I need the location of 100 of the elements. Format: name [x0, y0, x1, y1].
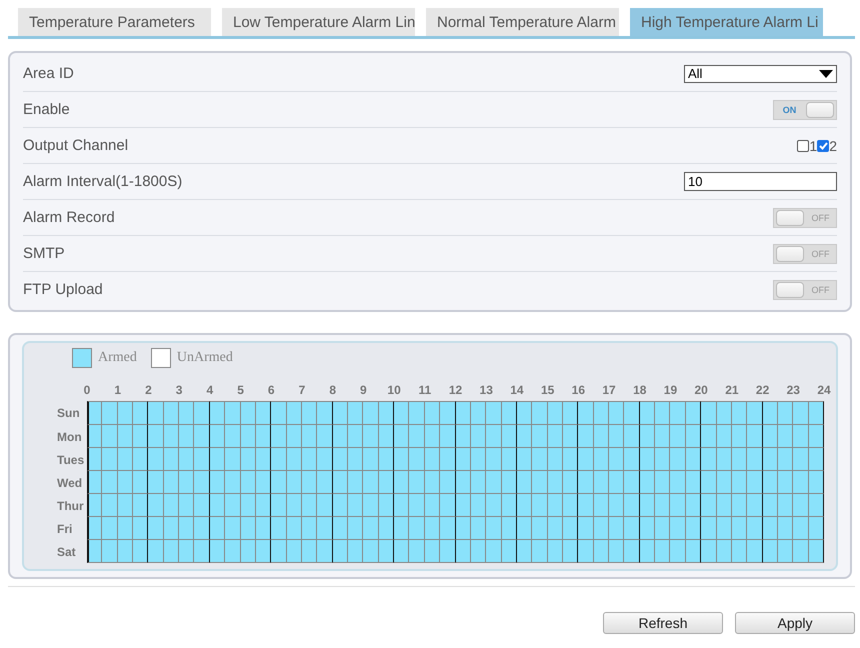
schedule-cell[interactable] — [778, 517, 794, 540]
schedule-cell[interactable] — [486, 517, 502, 540]
schedule-cell[interactable] — [394, 401, 410, 425]
schedule-cell[interactable] — [456, 401, 471, 425]
schedule-cell[interactable] — [793, 494, 809, 517]
schedule-cell[interactable] — [716, 401, 732, 425]
schedule-cell[interactable] — [562, 471, 578, 494]
schedule-cell[interactable] — [516, 425, 532, 448]
schedule-cell[interactable] — [578, 425, 594, 448]
schedule-cell[interactable] — [548, 471, 563, 494]
schedule-cell[interactable] — [118, 401, 134, 425]
schedule-cell[interactable] — [548, 494, 563, 517]
schedule-cell[interactable] — [118, 540, 134, 563]
schedule-cell[interactable] — [271, 425, 287, 448]
schedule-cell[interactable] — [793, 401, 809, 425]
schedule-cell[interactable] — [686, 540, 702, 563]
schedule-cell[interactable] — [732, 448, 748, 471]
schedule-cell[interactable] — [594, 425, 610, 448]
schedule-cell[interactable] — [747, 517, 763, 540]
schedule-cell[interactable] — [317, 540, 333, 563]
schedule-cell[interactable] — [548, 517, 563, 540]
schedule-cell[interactable] — [747, 425, 763, 448]
schedule-cell[interactable] — [363, 471, 379, 494]
schedule-cell[interactable] — [440, 494, 456, 517]
schedule-cell[interactable] — [348, 540, 364, 563]
schedule-cell[interactable] — [133, 540, 148, 563]
schedule-cell[interactable] — [532, 401, 548, 425]
schedule-cell[interactable] — [271, 540, 287, 563]
schedule-cell[interactable] — [532, 517, 548, 540]
schedule-cell[interactable] — [793, 540, 809, 563]
schedule-cell[interactable] — [502, 401, 517, 425]
schedule-cell[interactable] — [240, 425, 256, 448]
schedule-cell[interactable] — [317, 471, 333, 494]
schedule-cell[interactable] — [348, 471, 364, 494]
schedule-cell[interactable] — [655, 425, 670, 448]
schedule-cell[interactable] — [486, 494, 502, 517]
schedule-cell[interactable] — [409, 494, 425, 517]
schedule-cell[interactable] — [302, 448, 318, 471]
schedule-cell[interactable] — [609, 540, 624, 563]
schedule-cell[interactable] — [578, 448, 594, 471]
schedule-cell[interactable] — [271, 517, 287, 540]
schedule-cell[interactable] — [762, 540, 778, 563]
schedule-cell[interactable] — [609, 448, 624, 471]
schedule-cell[interactable] — [332, 425, 348, 448]
schedule-cell[interactable] — [286, 540, 302, 563]
schedule-cell[interactable] — [194, 425, 210, 448]
schedule-cell[interactable] — [778, 448, 794, 471]
schedule-cell[interactable] — [317, 494, 333, 517]
schedule-cell[interactable] — [240, 517, 256, 540]
schedule-cell[interactable] — [409, 448, 425, 471]
schedule-cell[interactable] — [655, 448, 670, 471]
schedule-cell[interactable] — [394, 471, 410, 494]
schedule-cell[interactable] — [624, 517, 640, 540]
schedule-cell[interactable] — [102, 425, 118, 448]
schedule-cell[interactable] — [808, 401, 824, 425]
schedule-cell[interactable] — [256, 494, 272, 517]
schedule-cell[interactable] — [409, 471, 425, 494]
schedule-cell[interactable] — [409, 401, 425, 425]
schedule-cell[interactable] — [578, 401, 594, 425]
input-field[interactable]: 10 — [684, 172, 837, 191]
schedule-cell[interactable] — [378, 494, 394, 517]
schedule-cell[interactable] — [716, 517, 732, 540]
schedule-cell[interactable] — [624, 448, 640, 471]
schedule-cell[interactable] — [532, 494, 548, 517]
schedule-cell[interactable] — [701, 425, 717, 448]
schedule-cell[interactable] — [562, 540, 578, 563]
schedule-cell[interactable] — [164, 517, 180, 540]
schedule-cell[interactable] — [762, 448, 778, 471]
schedule-cell[interactable] — [594, 401, 610, 425]
schedule-cell[interactable] — [102, 540, 118, 563]
schedule-cell[interactable] — [378, 401, 394, 425]
schedule-cell[interactable] — [516, 494, 532, 517]
schedule-cell[interactable] — [225, 540, 241, 563]
schedule-cell[interactable] — [148, 448, 164, 471]
schedule-cell[interactable] — [348, 494, 364, 517]
schedule-cell[interactable] — [594, 448, 610, 471]
schedule-cell[interactable] — [808, 471, 824, 494]
schedule-cell[interactable] — [609, 401, 624, 425]
schedule-cell[interactable] — [179, 540, 194, 563]
schedule-cell[interactable] — [548, 401, 563, 425]
schedule-cell[interactable] — [394, 448, 410, 471]
schedule-cell[interactable] — [348, 425, 364, 448]
schedule-cell[interactable] — [271, 401, 287, 425]
schedule-cell[interactable] — [133, 494, 148, 517]
schedule-cell[interactable] — [164, 540, 180, 563]
tab[interactable]: Low Temperature Alarm Lin — [222, 8, 415, 36]
schedule-cell[interactable] — [440, 401, 456, 425]
schedule-cell[interactable] — [624, 401, 640, 425]
schedule-cell[interactable] — [578, 517, 594, 540]
schedule-cell[interactable] — [762, 494, 778, 517]
schedule-cell[interactable] — [394, 494, 410, 517]
schedule-cell[interactable] — [133, 425, 148, 448]
schedule-cell[interactable] — [210, 471, 226, 494]
schedule-cell[interactable] — [548, 425, 563, 448]
schedule-cell[interactable] — [594, 494, 610, 517]
schedule-cell[interactable] — [594, 517, 610, 540]
schedule-cell[interactable] — [148, 401, 164, 425]
schedule-cell[interactable] — [655, 471, 670, 494]
schedule-cell[interactable] — [562, 401, 578, 425]
schedule-cell[interactable] — [118, 448, 134, 471]
